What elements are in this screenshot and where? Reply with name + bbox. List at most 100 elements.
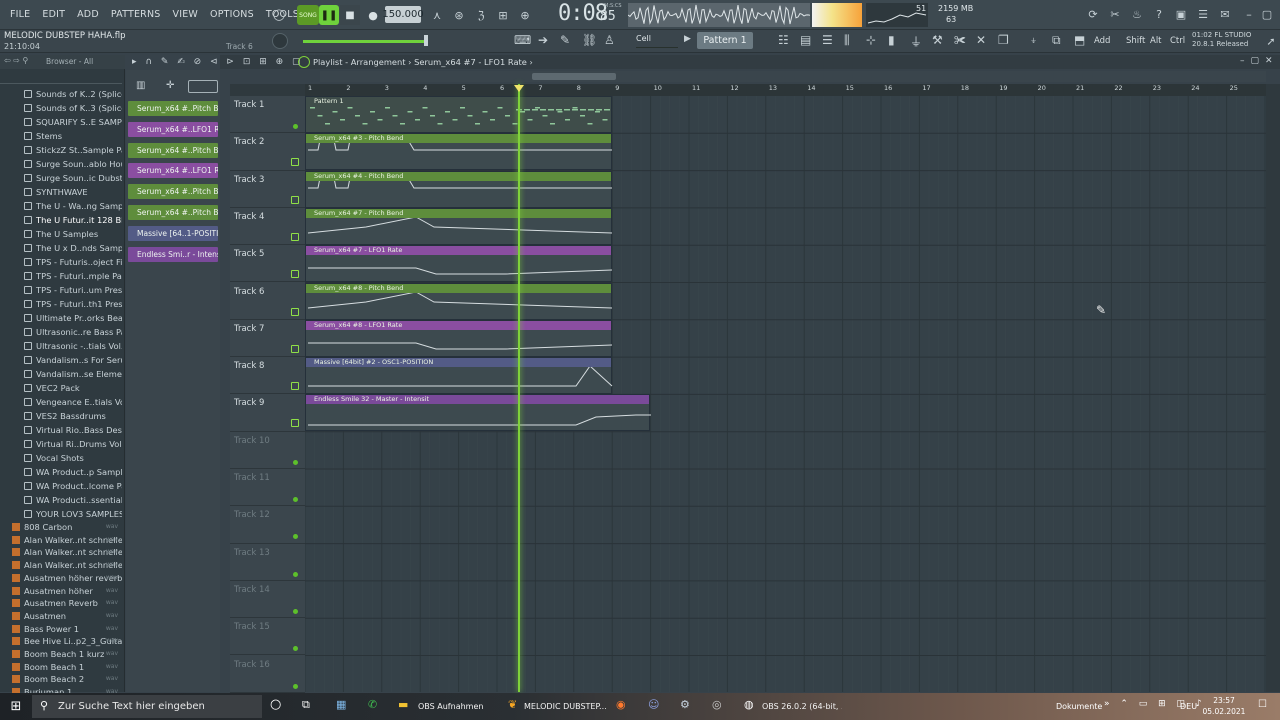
tools-icon[interactable]: ✂ xyxy=(1106,5,1124,23)
playlist-tool-icons[interactable]: ▸ ∩ ✎ ✍ ⊘ ⊲ ⊳ ⊡ ⊞ ⊕ ▢ xyxy=(132,57,304,67)
fl-arrow-icon[interactable]: ➚ xyxy=(1262,32,1280,50)
track-header[interactable]: Track 14 xyxy=(230,581,305,619)
notifications-icon[interactable]: ☐ xyxy=(1258,699,1267,710)
arrangement-grid[interactable]: Pattern 1 Serum_x64 #3 - Pitch Bend Serum_… xyxy=(305,96,1266,692)
menu-add[interactable]: ADD xyxy=(71,9,105,20)
track-header[interactable]: Track 7 xyxy=(230,320,305,358)
track-mute-dot[interactable] xyxy=(293,571,298,577)
menu-options[interactable]: OPTIONS xyxy=(204,9,260,20)
mixer-window-icon[interactable]: ⫼ xyxy=(844,33,850,48)
track-lock-icon[interactable] xyxy=(291,232,299,241)
menu-patterns[interactable]: PATTERNS xyxy=(105,9,167,20)
snap-select[interactable]: Cell xyxy=(636,34,678,48)
picker-clip[interactable]: Massive [64..1-POSITION xyxy=(128,225,218,241)
save-icon[interactable]: ▣ xyxy=(1172,5,1190,23)
pattern-select[interactable]: Pattern 1 xyxy=(697,32,753,49)
picker-move-icon[interactable]: ✛ xyxy=(166,80,174,91)
play-arrow-icon[interactable]: ▶ xyxy=(684,34,691,44)
browser-folder[interactable]: TPS - Futuris..oject Files xyxy=(0,255,122,269)
playhead[interactable] xyxy=(518,84,520,692)
browser-folder[interactable]: Vandalism..s For Serum xyxy=(0,353,122,367)
new-window-icon[interactable]: ⬒ xyxy=(1074,33,1085,47)
master-pitch-knob[interactable] xyxy=(272,33,288,49)
playlist-clip[interactable]: Serum_x64 #4 - Pitch Bend xyxy=(305,170,613,208)
taskbar-search[interactable]: Zur Suche Text hier eingeben xyxy=(32,695,262,718)
browser-folder[interactable]: SYNTHWAVE xyxy=(0,185,122,199)
browser-search[interactable] xyxy=(0,70,122,84)
track-mute-dot[interactable] xyxy=(293,683,298,689)
stop-button[interactable]: ■ xyxy=(340,5,360,25)
task-view-icon[interactable]: ⧉ xyxy=(302,698,310,712)
track-mute-dot[interactable] xyxy=(293,534,298,540)
obs-icon[interactable]: ◍ xyxy=(744,698,754,711)
track-lock-icon[interactable] xyxy=(291,307,299,316)
ctrl-modifier[interactable]: Ctrl xyxy=(1170,36,1185,46)
picker-clip[interactable]: Serum_x64 #..Pitch Bend xyxy=(128,205,218,220)
browser-folder[interactable]: Sounds of K..3 (Splice) xyxy=(0,101,122,115)
track-lock-icon[interactable] xyxy=(291,419,299,428)
browser-folder[interactable]: VES2 Bassdrums xyxy=(0,409,122,423)
menu-view[interactable]: VIEW xyxy=(167,9,205,20)
track-header[interactable]: Track 13 xyxy=(230,544,305,581)
vertical-scrollbar[interactable] xyxy=(1266,84,1280,692)
pitch-icon[interactable]: ⋏ xyxy=(428,6,446,24)
track-header[interactable]: Track 10 xyxy=(230,432,305,469)
browser-audio-file[interactable]: Boom Beach 2 wav xyxy=(0,673,122,686)
playlist-clip[interactable]: Serum_x64 #8 - LFO1 Rate xyxy=(305,319,613,357)
playlist-window-controls[interactable]: –▢✕ xyxy=(1240,56,1279,66)
browser-folder[interactable]: SQUARIFY S..E SAMPLES xyxy=(0,115,122,129)
picker-clip[interactable]: Endless Smi..r - Intensit xyxy=(128,246,218,262)
picker-clip[interactable]: Serum_x64 #..Pitch Bend xyxy=(128,101,218,116)
browser-audio-file[interactable]: Ausatmen höher reverb wav xyxy=(0,572,122,585)
bar-ruler[interactable]: 1 2 3 4 5 6 7 8 9 10 11 12 13 14 15 16 17 18 19 20 21 22 23 24 2… xyxy=(305,84,1266,96)
browser-folder[interactable]: WA Product..lcome Pack xyxy=(0,479,122,493)
browser-folder[interactable]: Vandalism..se Elements xyxy=(0,367,122,381)
close-x-icon[interactable]: ✕ xyxy=(976,33,986,47)
track-header[interactable]: Track 8 xyxy=(230,357,305,395)
alt-modifier[interactable]: Alt xyxy=(1150,36,1162,46)
browser-folder[interactable]: Sounds of K..2 (Splice) xyxy=(0,87,122,101)
picker-patterns-icon[interactable]: ▥ xyxy=(136,80,145,91)
track-lock-icon[interactable] xyxy=(291,195,299,204)
track-lock-icon[interactable] xyxy=(291,270,299,279)
track-header[interactable]: Track 3 xyxy=(230,171,305,208)
playhead-marker[interactable] xyxy=(514,85,524,92)
playlist-clip[interactable]: Endless Smile 32 - Master - Intensit xyxy=(305,394,652,432)
browser-icon[interactable]: ▮ xyxy=(888,33,895,47)
track-header[interactable]: Track 16 xyxy=(230,656,305,693)
loop-icon[interactable]: ⊛ xyxy=(450,6,468,24)
copy-icon[interactable]: ⧉ xyxy=(1052,33,1061,48)
playlist-clip[interactable]: Serum_x64 #8 - Pitch Bend xyxy=(305,282,613,320)
metronome-icon[interactable]: ◯ xyxy=(270,5,288,23)
playlist-clip[interactable]: Massive [64bit] #2 - OSC1-POSITION xyxy=(305,357,613,395)
cortana-icon[interactable]: ○ xyxy=(270,697,281,712)
wrench-icon[interactable]: ⚒ xyxy=(932,33,943,47)
track-lock-icon[interactable] xyxy=(291,382,299,391)
browser-folder[interactable]: Ultimate Pr..orks Beats xyxy=(0,311,122,325)
browser-folder[interactable]: The U - Wa..ng Samples xyxy=(0,199,122,213)
app-generic-icon[interactable]: ◎ xyxy=(712,698,722,711)
browser-folder[interactable]: TPS - Futuri..um Presets xyxy=(0,283,122,297)
picker-clip[interactable]: Serum_x64 #..Pitch Bend xyxy=(128,142,218,158)
picker-clip[interactable]: Serum_x64 #..LFO1 Rate xyxy=(128,121,218,137)
input-language[interactable]: DEU xyxy=(1180,695,1200,718)
master-volume-slider[interactable] xyxy=(303,40,428,43)
track-header[interactable]: Track 2 xyxy=(230,133,305,171)
picker-automation-toggle[interactable] xyxy=(188,80,218,93)
add-modifier[interactable]: Add xyxy=(1094,36,1110,46)
browser-audio-file[interactable]: Alan Walker..nt schneller wav xyxy=(0,534,122,547)
browser-folder[interactable]: Stems xyxy=(0,129,122,143)
menu-file[interactable]: FILE xyxy=(4,9,36,20)
firefox-icon[interactable]: ◉ xyxy=(616,698,626,711)
browser-audio-file[interactable]: Ausatmen Reverb wav xyxy=(0,597,122,610)
track-mute-dot[interactable] xyxy=(293,497,298,502)
browser-nav-icons[interactable]: ⇦ ⇨ ⚲ xyxy=(4,56,28,65)
minimize-icon[interactable]: – xyxy=(1240,5,1258,23)
mixer-icon[interactable]: ⌨ xyxy=(514,33,531,47)
browser-folder[interactable]: TPS - Futuri..th1 Presets xyxy=(0,297,122,311)
refresh-icon[interactable]: ⟳ xyxy=(1084,5,1102,23)
browser-folder[interactable]: The U Samples xyxy=(0,227,122,241)
browser-folder[interactable]: WA Product..p Samples xyxy=(0,465,122,479)
typing-keyboard-icon[interactable]: ⊞ xyxy=(494,6,512,24)
track-header[interactable]: Track 15 xyxy=(230,618,305,656)
